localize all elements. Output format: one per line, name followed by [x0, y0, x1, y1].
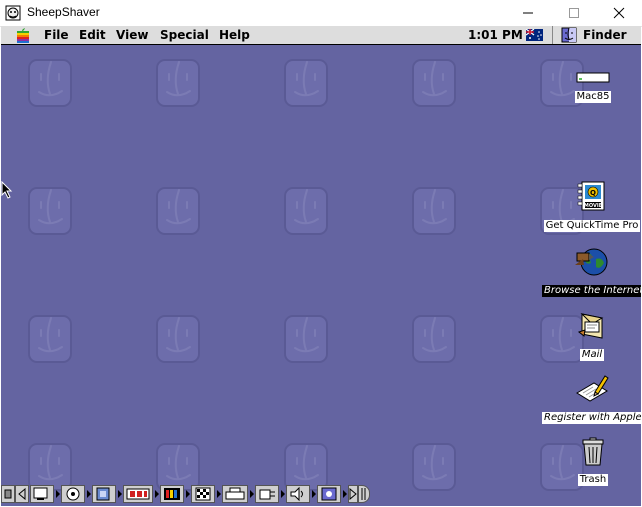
desktop-icon-trash[interactable]: Trash — [568, 437, 618, 486]
minimize-icon — [523, 12, 533, 14]
menu-file[interactable]: File — [44, 28, 69, 42]
maximize-button[interactable] — [551, 0, 597, 26]
active-app-label[interactable]: Finder — [583, 28, 627, 42]
control-strip-module-monitor[interactable] — [30, 485, 54, 503]
control-strip-scroll-left[interactable] — [15, 485, 29, 503]
cd-icon — [66, 487, 80, 501]
control-strip-end-icon — [361, 488, 366, 500]
sheepshaver-icon — [5, 5, 21, 21]
control-strip-module-monitor-bit-depth[interactable] — [160, 485, 184, 503]
globe-browser-icon — [575, 248, 608, 276]
module-popup-arrow[interactable] — [217, 490, 221, 498]
maximize-icon — [569, 8, 579, 18]
australia-flag-icon[interactable] — [526, 29, 543, 41]
close-icon — [613, 7, 625, 19]
module-popup-arrow[interactable] — [186, 490, 190, 498]
menu-help[interactable]: Help — [219, 28, 250, 42]
monitor-icon — [33, 487, 48, 500]
mouse-pointer-icon — [1, 181, 13, 199]
control-strip-collapse-tab[interactable] — [1, 485, 15, 503]
desktop-icon-label: Browse the Internet — [542, 285, 641, 297]
printer-icon — [225, 487, 245, 500]
emulator-screen: File Edit View Special Help 1:01 PM Find… — [1, 26, 641, 506]
control-strip-module-resolution[interactable] — [191, 485, 215, 503]
module-popup-arrow[interactable] — [118, 490, 122, 498]
mail-icon — [577, 313, 604, 339]
control-strip-module-remote-access[interactable] — [255, 485, 279, 503]
sound-volume-icon — [290, 486, 303, 502]
minimize-button[interactable] — [505, 0, 551, 26]
module-popup-arrow[interactable] — [56, 490, 60, 498]
window-title: SheepShaver — [27, 5, 100, 19]
remote-access-icon — [259, 489, 275, 500]
svg-text:MOVIE: MOVIE — [584, 203, 603, 209]
control-strip-module-printer[interactable] — [222, 485, 248, 503]
desktop-icon-get-quicktime-pro[interactable]: Q MOVIE Get QuickTime Pro — [542, 181, 641, 232]
svg-text:Q: Q — [590, 189, 596, 197]
control-strip-module-memory[interactable] — [123, 485, 153, 503]
scroll-right-icon — [349, 487, 357, 501]
web-sharing-icon — [321, 487, 337, 501]
host-title-bar: SheepShaver — [0, 0, 642, 27]
control-strip-tab-icon — [4, 489, 12, 499]
desktop-icon-label: Get QuickTime Pro — [543, 220, 641, 232]
desktop-icon-label: Mail — [579, 349, 605, 361]
control-strip-module-sound-volume[interactable] — [286, 485, 310, 503]
control-strip-module-web-sharing[interactable] — [317, 485, 341, 503]
menu-bar-separator — [552, 26, 553, 44]
module-popup-arrow[interactable] — [155, 490, 159, 498]
menu-view[interactable]: View — [116, 28, 148, 42]
menu-clock[interactable]: 1:01 PM — [468, 28, 523, 42]
desktop-icon-register-with-apple[interactable]: Register with Apple — [542, 373, 641, 424]
desktop-icon-browse-the-internet[interactable]: Browse the Internet — [542, 245, 641, 297]
desktop-icon-label: Trash — [577, 474, 609, 486]
resolution-icon — [195, 487, 211, 501]
control-strip-module-cd[interactable] — [61, 485, 85, 503]
scroll-left-icon — [18, 487, 26, 501]
memory-icon — [126, 488, 150, 500]
trash-icon — [582, 437, 604, 466]
apple-menu-icon[interactable] — [15, 27, 31, 43]
control-strip-module-file-sharing[interactable] — [92, 485, 116, 503]
monitor-bit-depth-icon — [164, 488, 180, 500]
module-popup-arrow[interactable] — [281, 490, 285, 498]
module-popup-arrow[interactable] — [87, 490, 91, 498]
hard-disk-icon — [576, 72, 610, 83]
desktop-icon-mac85[interactable]: Mac85 — [568, 70, 618, 103]
desktop[interactable]: File Edit View Special Help 1:01 PM Find… — [1, 26, 641, 506]
desktop-icon-label: Mac85 — [574, 91, 612, 103]
module-popup-arrow[interactable] — [312, 490, 316, 498]
quicktime-movie-icon: Q MOVIE — [577, 181, 605, 211]
register-pen-icon — [576, 375, 609, 402]
file-sharing-icon — [96, 487, 110, 501]
menu-bar: File Edit View Special Help 1:01 PM Find… — [1, 26, 641, 45]
control-strip — [1, 483, 371, 505]
desktop-icon-mail[interactable]: Mail — [556, 310, 628, 361]
finder-icon[interactable] — [561, 27, 577, 43]
module-popup-arrow[interactable] — [250, 490, 254, 498]
module-popup-arrow[interactable] — [343, 490, 347, 498]
control-strip-end-tab[interactable] — [358, 485, 370, 503]
menu-special[interactable]: Special — [160, 28, 209, 42]
desktop-icon-label: Register with Apple — [542, 412, 641, 424]
menu-edit[interactable]: Edit — [79, 28, 106, 42]
close-button[interactable] — [596, 0, 642, 26]
control-strip-scroll-right[interactable] — [348, 485, 358, 503]
